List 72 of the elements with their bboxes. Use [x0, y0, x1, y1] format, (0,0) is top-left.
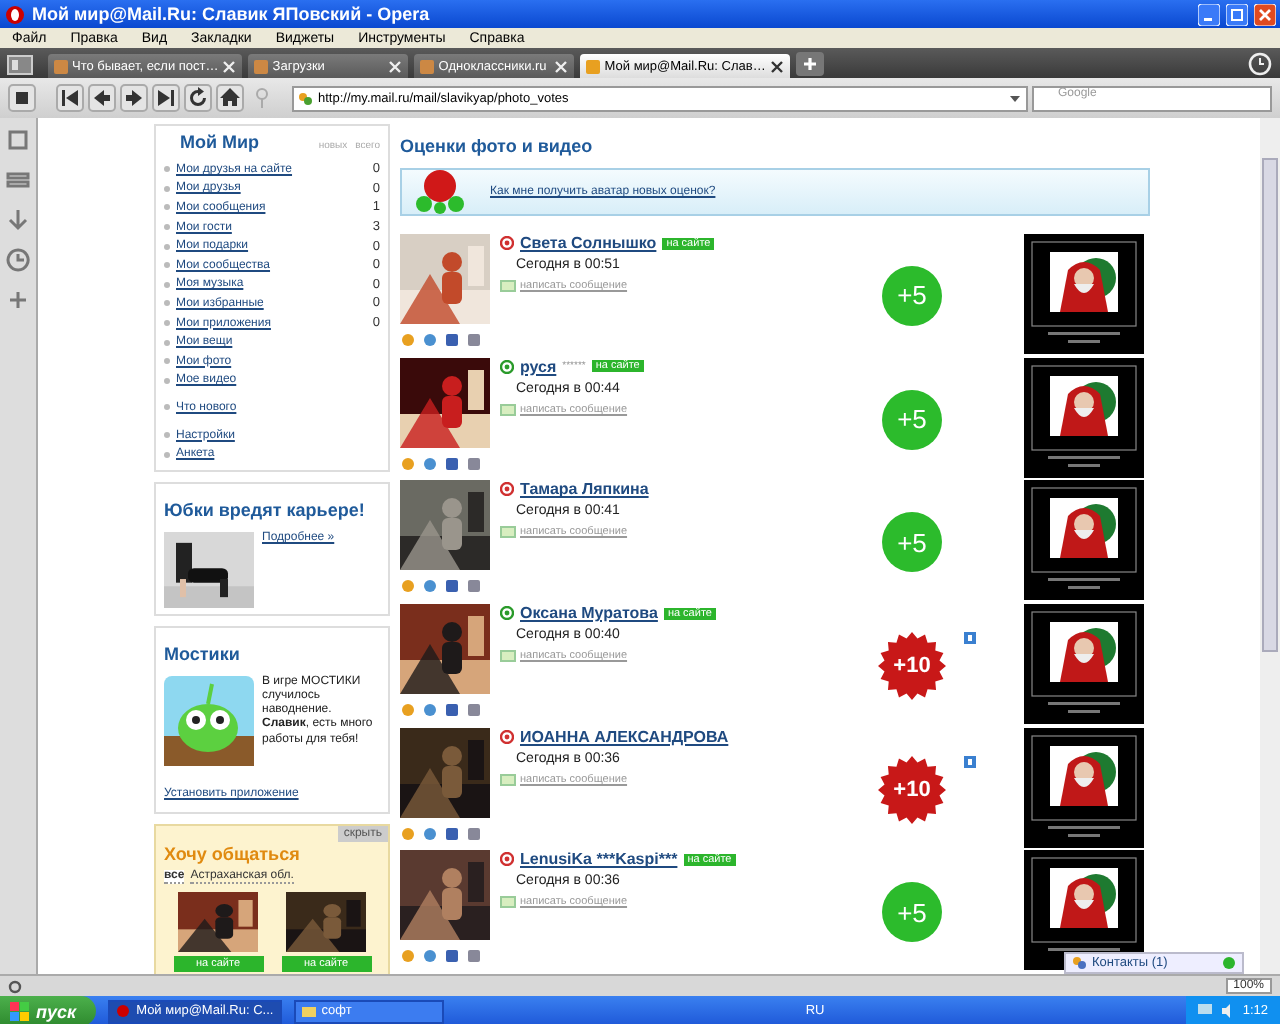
page-title: Оценки фото и видео	[400, 136, 595, 156]
bullet-icon	[164, 224, 170, 231]
add-panel-icon[interactable]	[4, 286, 32, 314]
page-icon	[54, 59, 68, 73]
bullet-icon	[164, 404, 170, 411]
message-icon	[500, 401, 516, 418]
agent-icon	[1222, 956, 1236, 970]
bullet-icon	[164, 204, 170, 211]
folder-icon	[301, 1004, 316, 1018]
page-icon	[254, 59, 269, 73]
start-button[interactable]: пуск	[0, 996, 97, 1024]
bullet-icon	[164, 377, 170, 384]
bullet-icon	[164, 339, 170, 346]
user-name-link[interactable]: Оксана Муратова	[520, 604, 658, 623]
score-badge: +5	[882, 265, 942, 326]
message-icon	[500, 894, 516, 911]
gear-icon[interactable]	[8, 979, 22, 993]
scrollbar[interactable]	[1260, 118, 1280, 974]
score-badge: +5	[882, 389, 942, 449]
rewind-icon[interactable]	[56, 84, 84, 112]
bullet-icon	[164, 281, 170, 288]
window-title: Мой мир@Mail.Ru: Славик ЯПовский - Opera	[32, 4, 432, 24]
user-name-link[interactable]: Тамара Ляпкина	[520, 480, 649, 499]
message-icon	[500, 524, 516, 541]
bullet-icon	[164, 243, 170, 250]
help-icon[interactable]	[964, 755, 976, 768]
bullet-icon	[164, 185, 170, 192]
page-icon	[586, 59, 601, 73]
bullet-icon	[164, 358, 170, 365]
user-name-link[interactable]: руся	[520, 357, 557, 376]
minimize-icon[interactable]	[1198, 3, 1220, 25]
score-badge: +10	[878, 631, 946, 700]
reload-icon[interactable]	[184, 84, 212, 112]
user-name-link[interactable]: Света Солнышко	[520, 234, 657, 252]
ad-title[interactable]: Юбки вредят карьере!	[164, 499, 365, 520]
score-badge: +5	[882, 512, 942, 573]
maximize-icon[interactable]	[1226, 3, 1248, 25]
bullet-icon	[164, 262, 170, 269]
fast-forward-icon[interactable]	[152, 84, 180, 112]
bullet-icon	[164, 320, 170, 327]
back-icon[interactable]	[88, 84, 116, 112]
close-icon[interactable]	[769, 59, 784, 73]
sidebar-title[interactable]: Мой Мир	[180, 132, 311, 152]
home-icon[interactable]	[216, 84, 244, 112]
bullet-icon	[164, 432, 170, 439]
network-icon[interactable]	[1198, 1004, 1213, 1018]
bullet-icon	[164, 300, 170, 307]
dropdown-icon[interactable]	[1008, 91, 1022, 105]
message-icon	[500, 648, 516, 665]
score-badge: +10	[878, 755, 946, 824]
page-icon	[420, 59, 435, 73]
bullet-icon	[164, 166, 170, 173]
bullet-icon	[164, 451, 170, 458]
people-icon	[298, 91, 312, 105]
panel-toggle-icon[interactable]	[6, 50, 34, 78]
game-title[interactable]: Мостики	[164, 643, 240, 664]
windows-logo-icon	[10, 1001, 30, 1021]
people-icon	[1072, 956, 1086, 970]
downloads-icon[interactable]	[4, 206, 32, 234]
user-name-link[interactable]: LenusiKa ***Kaspi***	[520, 850, 678, 869]
message-icon	[500, 771, 516, 788]
score-badge: +5	[882, 882, 942, 943]
help-icon[interactable]	[964, 632, 976, 645]
message-icon	[500, 278, 516, 294]
forward-icon[interactable]	[120, 84, 148, 112]
opera-icon	[4, 3, 26, 25]
opera-icon	[116, 1004, 131, 1018]
new-tab-icon[interactable]	[795, 50, 824, 78]
speaker-icon[interactable]	[1220, 1004, 1235, 1018]
bookmarks-icon[interactable]	[4, 126, 32, 154]
score-badges-icon	[414, 168, 466, 216]
user-name-link[interactable]: ИОАННА АЛЕКСАНДРОВА	[520, 727, 729, 746]
